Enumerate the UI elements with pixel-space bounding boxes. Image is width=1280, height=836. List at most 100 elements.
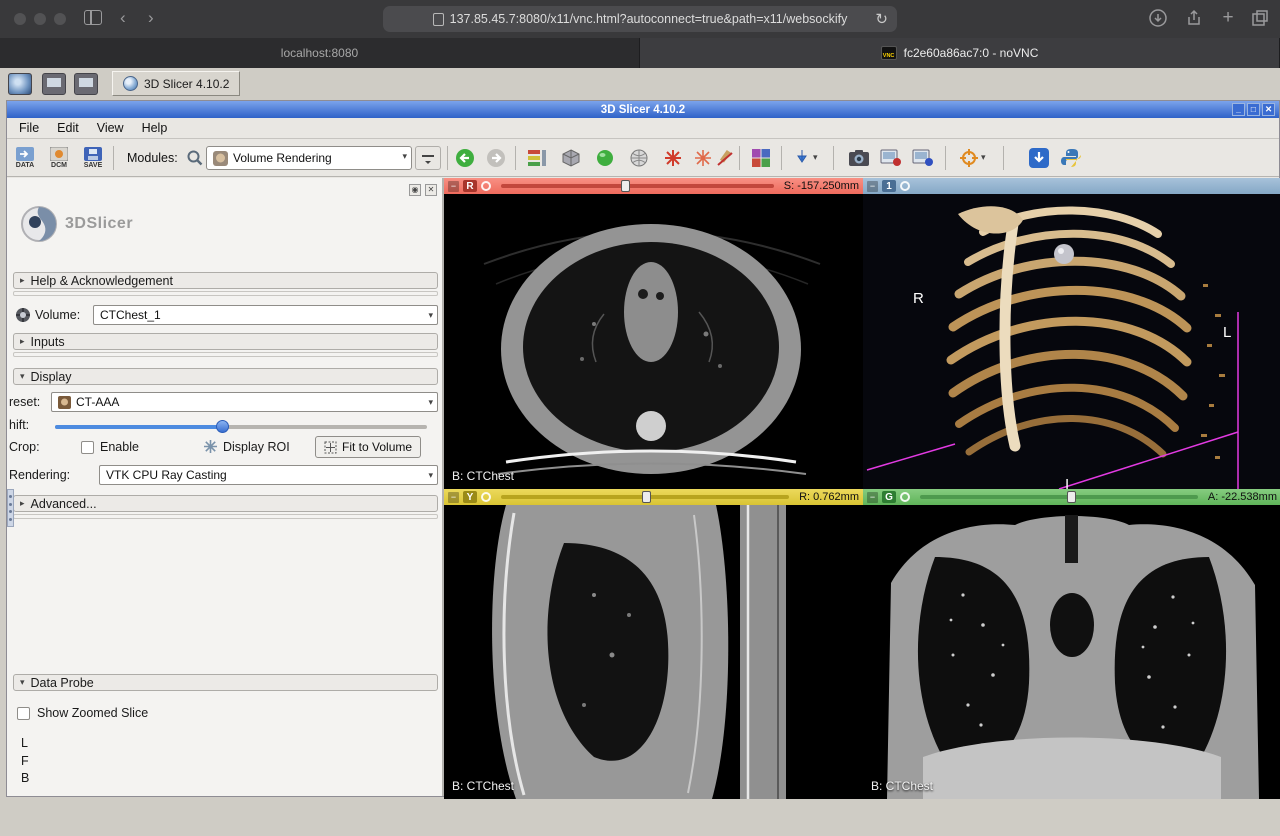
green-collapse-icon[interactable]: −	[867, 492, 878, 503]
section-help[interactable]: ▸ Help & Acknowledgement	[13, 272, 438, 289]
mesh-sphere-icon[interactable]	[627, 146, 651, 170]
red-slice-view[interactable]: − R S: -157.250mm	[444, 178, 863, 489]
menu-edit[interactable]: Edit	[57, 121, 79, 135]
module-search-icon[interactable]	[183, 146, 207, 170]
sidebar-toggle-icon[interactable]	[84, 10, 102, 25]
red-star-icon-1[interactable]	[661, 146, 685, 170]
yellow-slice-slider-handle[interactable]	[642, 491, 651, 503]
tab-localhost[interactable]: localhost:8080	[0, 38, 640, 68]
preset-combo[interactable]: CT-AAA ▾	[51, 392, 438, 412]
window-titlebar[interactable]: 3D Slicer 4.10.2 _ □ ✕	[7, 101, 1279, 118]
yellow-slice-image[interactable]	[444, 505, 863, 799]
maximize-button[interactable]: □	[1247, 103, 1260, 116]
forward-icon[interactable]: ›	[148, 8, 154, 28]
traffic-close-button[interactable]	[14, 13, 26, 25]
roi-visibility-icon[interactable]	[203, 439, 218, 454]
fit-to-volume-button[interactable]: Fit to Volume	[315, 436, 421, 458]
section-inputs[interactable]: ▸ Inputs	[13, 333, 438, 350]
python-console-icon[interactable]	[1059, 146, 1083, 170]
yellow-pushpin-icon[interactable]	[481, 492, 491, 502]
traffic-zoom-button[interactable]	[54, 13, 66, 25]
screenshot-icon[interactable]	[847, 146, 871, 170]
module-history-dropdown[interactable]	[415, 146, 441, 170]
traffic-minimize-button[interactable]	[34, 13, 46, 25]
threed-render[interactable]: R L I	[863, 194, 1280, 489]
chevron-down-icon: ▾	[20, 371, 25, 382]
panel-dock-grip[interactable]	[7, 489, 14, 527]
downloads-icon[interactable]	[1148, 8, 1168, 28]
green-sphere-icon[interactable]	[593, 146, 617, 170]
taskbar-slicer-icon[interactable]	[8, 73, 32, 95]
new-tab-icon[interactable]: +	[1218, 8, 1238, 28]
green-slice-image[interactable]	[863, 505, 1280, 799]
crosshair-dropdown-icon[interactable]: ▾	[981, 152, 986, 163]
mouse-mode-dropdown-icon[interactable]: ▾	[813, 152, 818, 163]
menu-file[interactable]: File	[19, 121, 39, 135]
section-display[interactable]: ▾ Display	[13, 368, 438, 385]
green-pushpin-icon[interactable]	[900, 492, 910, 502]
red-pushpin-icon[interactable]	[481, 181, 491, 191]
scene-view-restore-icon[interactable]	[911, 146, 935, 170]
crosshair-icon[interactable]	[957, 146, 981, 170]
green-slice-slider-handle[interactable]	[1067, 491, 1076, 503]
module-selector[interactable]: Volume Rendering ▾	[206, 146, 412, 170]
task-button-slicer[interactable]: 3D Slicer 4.10.2	[112, 71, 240, 96]
chevron-right-icon: ▸	[20, 498, 25, 509]
section-advanced[interactable]: ▸ Advanced...	[13, 495, 438, 512]
tab-novnc[interactable]: VNC fc2e60a86ac7:0 - noVNC	[640, 38, 1280, 68]
panel-float-icon[interactable]: ◉	[409, 184, 421, 196]
yellow-view-header: − Y R: 0.762mm	[444, 489, 863, 505]
menu-help[interactable]: Help	[142, 121, 168, 135]
marker-pencil-icon[interactable]	[713, 146, 737, 170]
green-view-letter: G	[882, 491, 896, 503]
chevron-down-icon: ▾	[428, 397, 433, 408]
view-layout-icon[interactable]	[525, 146, 549, 170]
shift-slider[interactable]	[55, 425, 427, 429]
yellow-collapse-icon[interactable]: −	[448, 492, 459, 503]
rendering-combo[interactable]: VTK CPU Ray Casting ▾	[99, 465, 438, 485]
cube-icon[interactable]	[559, 146, 583, 170]
dicom-button[interactable]: DCM	[45, 143, 73, 173]
shift-slider-handle[interactable]	[216, 420, 229, 433]
extensions-manager-icon[interactable]	[1027, 146, 1051, 170]
scene-view-capture-icon[interactable]	[879, 146, 903, 170]
sagittal-ct-image	[444, 505, 863, 799]
minimize-button[interactable]: _	[1232, 103, 1245, 116]
load-data-button[interactable]: DATA	[11, 143, 39, 173]
red-slice-slider[interactable]	[501, 184, 774, 188]
close-button[interactable]: ✕	[1262, 103, 1275, 116]
address-bar[interactable]: 137.85.45.7:8080/x11/vnc.html?autoconnec…	[383, 6, 897, 32]
yellow-slice-view[interactable]: − Y R: 0.762mm	[444, 489, 863, 799]
crop-enable-checkbox[interactable]	[81, 441, 94, 454]
section-data-probe[interactable]: ▾ Data Probe	[13, 674, 438, 691]
threed-collapse-icon[interactable]: −	[867, 181, 878, 192]
red-slice-slider-handle[interactable]	[621, 180, 630, 192]
toolbar-separator	[515, 146, 516, 170]
red-collapse-icon[interactable]: −	[448, 181, 459, 192]
show-zoomed-slice-checkbox[interactable]	[17, 707, 30, 720]
red-star-icon-2[interactable]	[691, 146, 715, 170]
green-slice-slider[interactable]	[920, 495, 1198, 499]
red-slice-image[interactable]	[444, 194, 863, 489]
four-up-layout-icon[interactable]	[749, 146, 773, 170]
yellow-slice-slider[interactable]	[501, 495, 789, 499]
threed-pushpin-icon[interactable]	[900, 181, 910, 191]
save-button[interactable]: SAVE	[79, 143, 107, 173]
green-slice-view[interactable]: − G A: -22.538mm	[863, 489, 1280, 799]
module-forward-icon[interactable]	[484, 146, 508, 170]
volume-combo[interactable]: CTChest_1 ▾	[93, 305, 438, 325]
reload-icon[interactable]: ↻	[875, 10, 888, 28]
tab-bar: localhost:8080 VNC fc2e60a86ac7:0 - noVN…	[0, 38, 1280, 68]
site-icon	[433, 13, 444, 26]
mouse-mode-icon[interactable]	[791, 146, 815, 170]
module-back-icon[interactable]	[453, 146, 477, 170]
menu-view[interactable]: View	[97, 121, 124, 135]
menu-bar: File Edit View Help	[7, 118, 1279, 139]
back-icon[interactable]: ‹	[120, 8, 126, 28]
taskbar-screen-icon-2[interactable]	[74, 73, 98, 95]
panel-close-icon[interactable]: ✕	[425, 184, 437, 196]
tab-overview-icon[interactable]	[1250, 8, 1270, 28]
share-icon[interactable]	[1184, 8, 1204, 28]
taskbar-screen-icon-1[interactable]	[42, 73, 66, 95]
threed-view[interactable]: − 1	[863, 178, 1280, 489]
